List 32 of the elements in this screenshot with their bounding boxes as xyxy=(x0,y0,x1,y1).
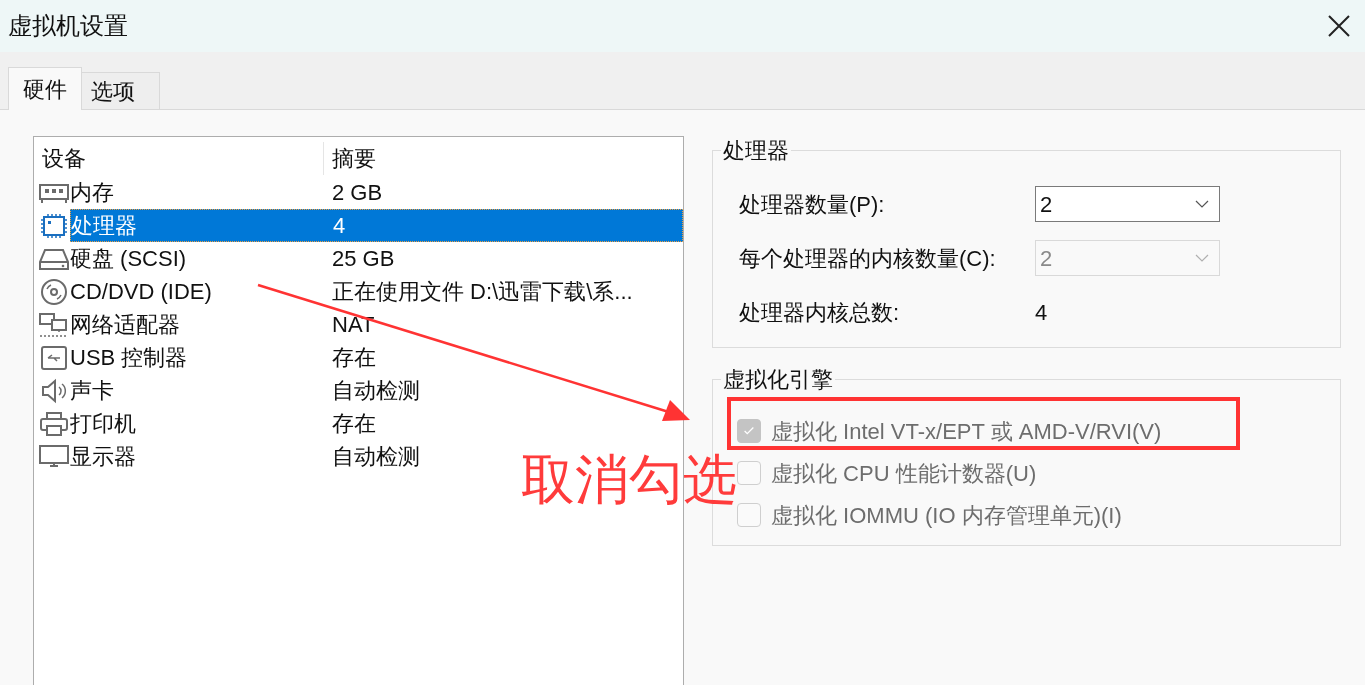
column-header: 设备 xyxy=(34,141,324,175)
device-row[interactable]: USB 控制器 存在 xyxy=(70,341,683,374)
device-row[interactable]: 内存 2 GB xyxy=(70,176,683,209)
device-row[interactable]: 硬盘 (SCSI) 25 GB xyxy=(70,242,683,275)
group-title: 处理器 xyxy=(722,137,790,165)
checkbox-label: 虚拟化 CPU 性能计数器(U) xyxy=(771,459,1037,488)
dropdown[interactable]: 2 xyxy=(1035,186,1220,222)
monitor-icon xyxy=(38,443,70,470)
device-row[interactable]: 声卡 自动检测 xyxy=(70,374,683,407)
disc-icon xyxy=(38,278,70,305)
annotation-text: 取消勾选 xyxy=(521,448,737,510)
group-title: 虚拟化引擎 xyxy=(722,366,834,394)
window-title: 虚拟机设置 xyxy=(8,11,128,41)
usb-icon xyxy=(38,344,70,371)
processor-icon xyxy=(38,212,70,239)
device-row[interactable]: 处理器 4 xyxy=(70,209,683,242)
chevron-icon xyxy=(1195,200,1209,208)
tab[interactable]: 硬件 xyxy=(8,67,82,110)
column-header: 摘要 xyxy=(331,144,376,173)
tab[interactable]: 选项 xyxy=(82,72,160,109)
field-label: 处理器内核总数: xyxy=(739,298,901,327)
printer-icon xyxy=(38,410,70,437)
network-icon xyxy=(38,311,70,338)
chevron-icon xyxy=(1195,254,1209,262)
device-row[interactable]: 打印机 存在 xyxy=(70,407,683,440)
field-label: 每个处理器的内核数量(C): xyxy=(739,244,997,273)
field-label: 处理器数量(P): xyxy=(739,190,886,219)
checkbox-label: 虚拟化 Intel VT-x/EPT 或 AMD-V/RVI(V) xyxy=(771,417,1162,446)
close-icon[interactable] xyxy=(1327,14,1351,38)
checkbox-label: 虚拟化 IOMMU (IO 内存管理单元)(I) xyxy=(771,501,1122,530)
device-row[interactable]: CD/DVD (IDE) 正在使用文件 D:\迅雷下载\系... xyxy=(70,275,683,308)
field-value: 4 xyxy=(1035,298,1048,327)
